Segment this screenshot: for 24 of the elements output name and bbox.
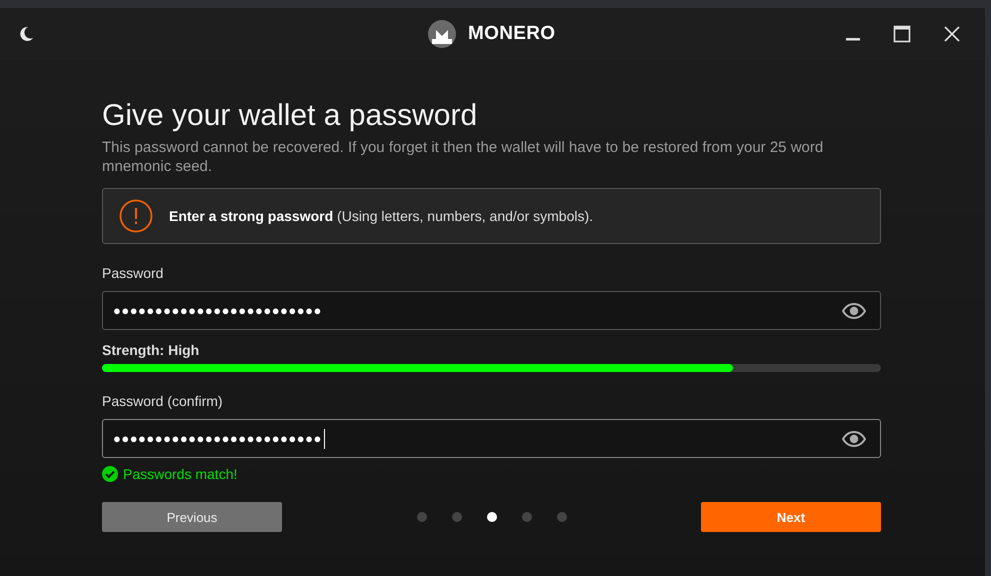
eye-icon[interactable] bbox=[842, 430, 866, 446]
check-icon bbox=[102, 466, 118, 482]
field-label: Password bbox=[102, 265, 164, 281]
step-dot[interactable] bbox=[556, 512, 566, 522]
password-field[interactable]: ●●●●●●●●●●●●●●●●●●●●●●●●● bbox=[102, 419, 881, 458]
step-dot[interactable] bbox=[522, 512, 532, 522]
logo-icon bbox=[428, 20, 456, 48]
description-text: This password cannot be recovered. If you forget it then the wallet will have to be restored from your 25 word mnemonic seed. bbox=[102, 138, 824, 176]
page-heading: Give your wallet a password bbox=[102, 98, 478, 134]
maximize-icon[interactable] bbox=[893, 25, 911, 43]
password-field[interactable]: ●●●●●●●●●●●●●●●●●●●●●●●●● bbox=[102, 291, 881, 330]
close-icon[interactable] bbox=[943, 25, 961, 43]
moon-icon[interactable] bbox=[18, 26, 34, 42]
step-dot[interactable] bbox=[452, 512, 462, 522]
step-dot[interactable] bbox=[416, 512, 426, 522]
step-dot[interactable] bbox=[486, 512, 496, 522]
previous-button[interactable]: Previous bbox=[102, 502, 282, 532]
strength-label: Strength: High bbox=[102, 342, 200, 358]
match-message: Passwords match! bbox=[123, 466, 238, 482]
window-title: MONERO bbox=[468, 23, 556, 45]
eye-icon[interactable] bbox=[842, 302, 866, 318]
notice-text: Enter a strong password (Using letters, numbers, and/or symbols). bbox=[169, 208, 594, 224]
warning-icon bbox=[119, 199, 153, 233]
field-label: Password (confirm) bbox=[102, 393, 224, 409]
